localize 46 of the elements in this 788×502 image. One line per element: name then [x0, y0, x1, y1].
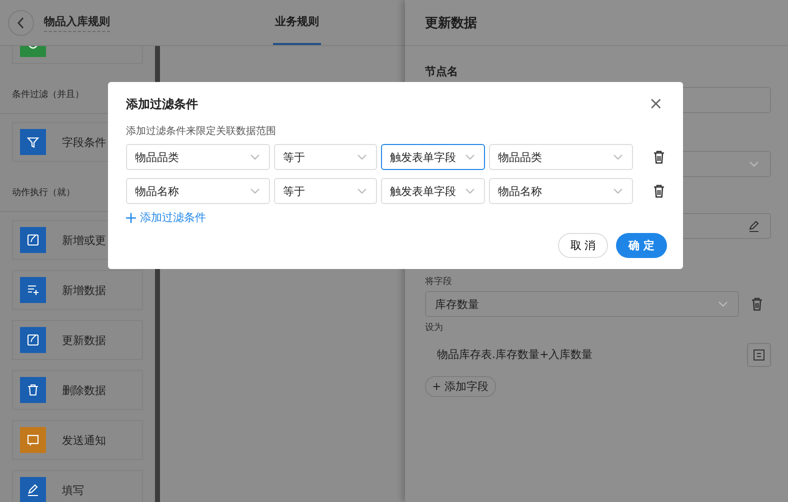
chevron-down-icon	[464, 152, 476, 162]
formula-button[interactable]	[747, 342, 771, 366]
close-button[interactable]: ×	[644, 95, 667, 113]
dropdown[interactable]: 物品品类	[489, 144, 633, 170]
dropdown[interactable]: 触发表单字段	[381, 178, 485, 204]
formula-text: 物品库存表.库存数量+入库数量	[436, 347, 593, 363]
field-label: 节点名	[425, 64, 459, 79]
back-button[interactable]	[8, 10, 34, 36]
chevron-left-icon	[17, 16, 25, 28]
panel-title: 更新数据	[425, 14, 477, 32]
dropdown[interactable]: 物品品类	[126, 144, 270, 170]
plus-icon	[126, 212, 136, 222]
confirm-button[interactable]: 确 定	[616, 233, 667, 258]
trash-icon	[651, 149, 667, 165]
chevron-down-icon	[612, 152, 624, 162]
sidebar-item[interactable]: 新增数据	[12, 270, 143, 310]
chevron-down-icon	[717, 299, 729, 309]
trash-icon	[651, 183, 667, 199]
sidebar-item[interactable]: 更新数据	[12, 320, 143, 360]
dropdown[interactable]: 等于	[274, 144, 377, 170]
sidebar-item[interactable]: 发送通知	[12, 420, 143, 460]
chevron-down-icon	[464, 186, 476, 196]
sidebar-item[interactable]: 填写	[12, 470, 143, 502]
chevron-down-icon	[249, 186, 261, 196]
chevron-down-icon	[249, 152, 261, 162]
pencil-icon	[748, 220, 760, 232]
field-label: 设为	[425, 322, 444, 334]
add-field-button[interactable]: + 添加字段	[425, 376, 496, 397]
chevron-down-icon	[356, 186, 368, 196]
page-title: 物品入库规则	[44, 14, 110, 32]
dropdown[interactable]: 等于	[274, 178, 377, 204]
delete-button[interactable]	[651, 149, 667, 165]
dropdown[interactable]: 物品名称	[489, 178, 633, 204]
dropdown[interactable]: 库存数量	[425, 291, 739, 317]
dropdown[interactable]: 物品名称	[126, 178, 270, 204]
tab[interactable]: 业务规则	[273, 0, 321, 45]
delete-button[interactable]	[651, 183, 667, 199]
chevron-down-icon	[612, 186, 624, 196]
trash-icon	[749, 296, 765, 312]
cancel-button[interactable]: 取 消	[558, 233, 608, 258]
dropdown[interactable]: 触发表单字段	[381, 144, 485, 170]
field-label: 将字段	[425, 276, 453, 288]
sidebar-item[interactable]: 删除数据	[12, 370, 143, 410]
list-icon	[753, 348, 765, 360]
chevron-down-icon	[356, 152, 368, 162]
chevron-down-icon	[748, 159, 760, 169]
